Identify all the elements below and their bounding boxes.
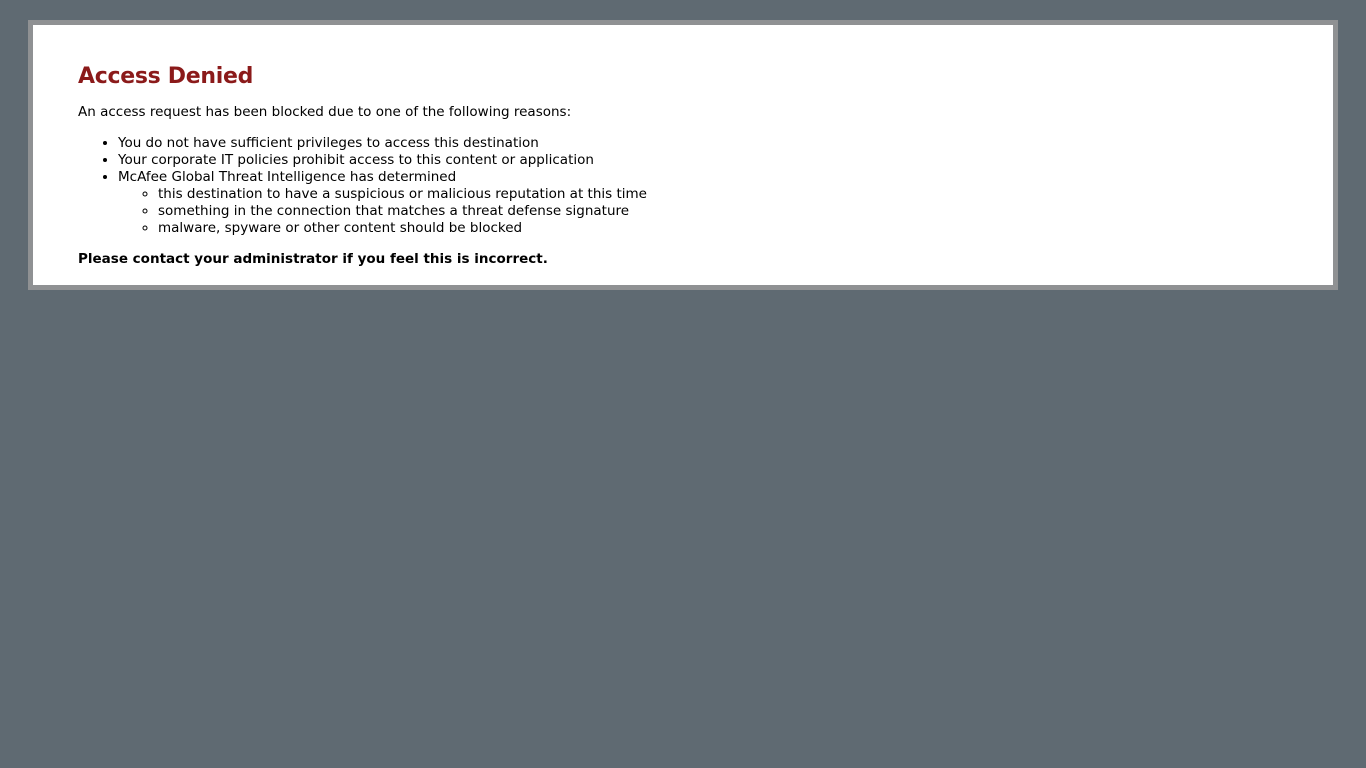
- message-content: Access Denied An access request has been…: [78, 63, 1313, 268]
- reasons-list: You do not have sufficient privileges to…: [78, 135, 1313, 237]
- sub-reason-item-reputation: this destination to have a suspicious or…: [158, 186, 1313, 203]
- intro-text: An access request has been blocked due t…: [78, 104, 572, 120]
- access-denied-panel: Access Denied An access request has been…: [28, 20, 1338, 290]
- reason-item-privileges: You do not have sufficient privileges to…: [118, 135, 1313, 152]
- reason-item-policies: Your corporate IT policies prohibit acce…: [118, 152, 1313, 169]
- sub-reasons-list: this destination to have a suspicious or…: [118, 186, 1313, 237]
- sub-reason-item-signature: something in the connection that matches…: [158, 203, 1313, 220]
- reason-item-threat-intelligence: McAfee Global Threat Intelligence has de…: [118, 169, 1313, 237]
- reason-item-threat-intelligence-label: McAfee Global Threat Intelligence has de…: [118, 169, 457, 185]
- page-title: Access Denied: [78, 64, 254, 89]
- contact-admin-note: Please contact your administrator if you…: [78, 251, 548, 267]
- sub-reason-item-malware: malware, spyware or other content should…: [158, 220, 1313, 237]
